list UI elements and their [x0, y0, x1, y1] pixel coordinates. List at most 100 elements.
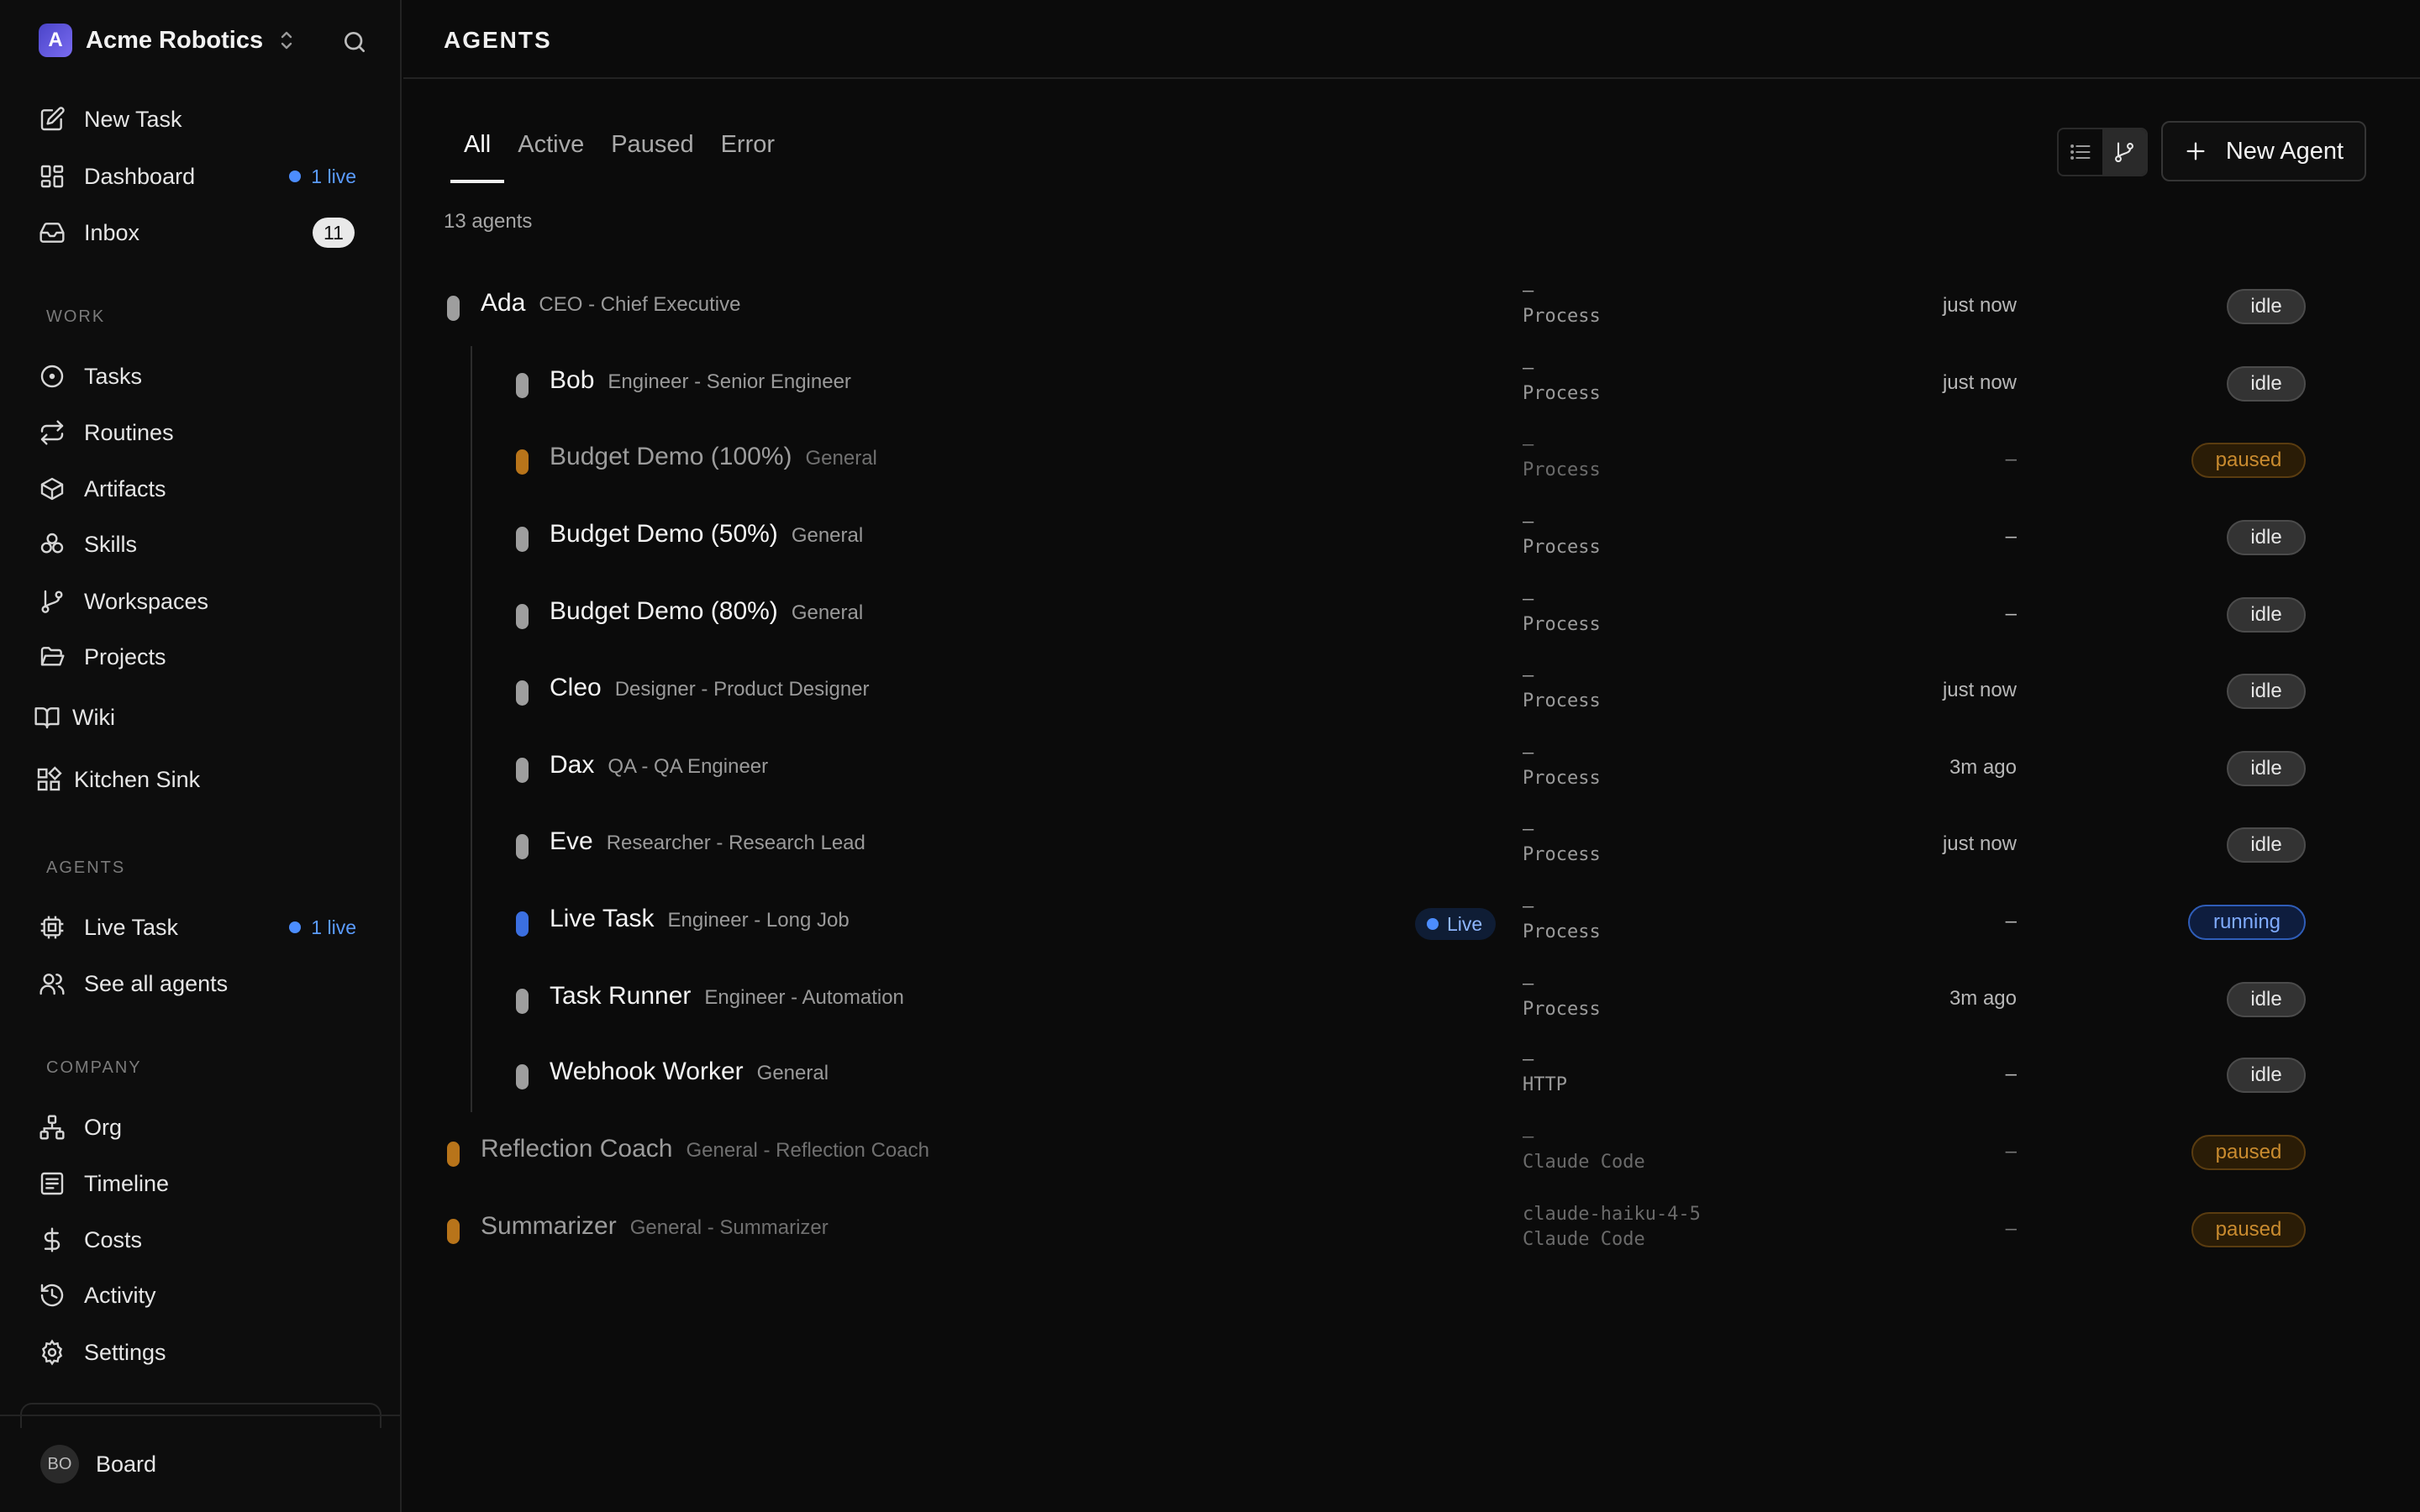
nav-costs[interactable]: Costs: [39, 1216, 375, 1263]
users-icon: [39, 974, 65, 995]
status-indicator: [516, 834, 529, 859]
agent-name[interactable]: Budget Demo (50%): [550, 520, 778, 549]
live-badge: Live: [1415, 908, 1497, 940]
agent-row[interactable]: Reflection Coach General - Reflection Coa…: [403, 1120, 2420, 1187]
agent-name[interactable]: Dax: [550, 751, 594, 780]
nav-label: Tasks: [84, 363, 143, 389]
agent-name[interactable]: Bob: [550, 366, 594, 395]
new-agent-button[interactable]: New Agent: [2161, 121, 2366, 181]
tab-paused[interactable]: Paused: [597, 131, 707, 183]
agent-name[interactable]: Task Runner: [550, 982, 691, 1011]
agent-name-group: Budget Demo (80%) General: [550, 597, 863, 626]
nav-artifacts[interactable]: Artifacts: [39, 465, 375, 512]
nav-label: Live Task: [84, 914, 179, 940]
nav-label: New Task: [84, 106, 182, 132]
edit-icon: [40, 107, 65, 131]
nav-label: Workspaces: [84, 588, 209, 614]
agent-name[interactable]: Ada: [481, 289, 525, 318]
agent-role: Engineer - Senior Engineer: [608, 370, 851, 393]
nav-skills[interactable]: Skills: [39, 521, 375, 568]
nav-kitchen-sink[interactable]: Kitchen Sink: [37, 756, 375, 803]
agent-model-adapter: claude-haiku-4-5 Claude Code: [1523, 1202, 1701, 1252]
company-switcher[interactable]: A Acme Robotics: [39, 22, 308, 59]
agent-row[interactable]: Dax QA - QA Engineer – Process 3m ago idle: [403, 736, 2420, 803]
nav-live-task[interactable]: Live Task 1 live: [39, 904, 375, 951]
agent-row[interactable]: Task Runner Engineer - Automation – Process…: [403, 967, 2420, 1034]
agent-name[interactable]: Budget Demo (100%): [550, 443, 792, 471]
agent-role: General - Reflection Coach: [686, 1139, 929, 1162]
nav-activity[interactable]: Activity: [39, 1272, 375, 1319]
agent-model: –: [1523, 512, 1534, 533]
divider: [0, 1415, 402, 1416]
nav-settings[interactable]: Settings: [39, 1329, 375, 1376]
agent-row[interactable]: Budget Demo (50%) General – Process – idle: [403, 505, 2420, 572]
agent-role: General: [805, 447, 877, 470]
list-view-button[interactable]: [2059, 129, 2102, 175]
agent-model-adapter: – Process: [1523, 741, 1601, 791]
tab-all[interactable]: All: [450, 131, 505, 183]
agent-row[interactable]: Eve Researcher - Research Lead – Process jus…: [403, 812, 2420, 879]
tab-error[interactable]: Error: [708, 131, 788, 183]
list-box-icon: [40, 1172, 64, 1195]
agent-role: Designer - Product Designer: [614, 678, 870, 701]
nav-wiki[interactable]: Wiki: [34, 694, 375, 741]
agent-name[interactable]: Webhook Worker: [550, 1058, 744, 1086]
search-button[interactable]: [336, 24, 373, 60]
avatar: BO: [40, 1445, 79, 1483]
status-indicator: [516, 604, 529, 629]
cpu-icon: [40, 916, 64, 939]
status-indicator: [516, 373, 529, 398]
agent-last-active: –: [2005, 910, 2017, 932]
agent-name[interactable]: Budget Demo (80%): [550, 597, 778, 626]
nav-routines[interactable]: Routines: [39, 409, 375, 456]
agent-last-active: just now: [1942, 371, 2017, 394]
filter-tabs: All Active Paused Error: [450, 131, 788, 183]
agent-row[interactable]: Bob Engineer - Senior Engineer – Process jus…: [403, 351, 2420, 418]
live-count: 1 live: [311, 916, 356, 938]
tree-view-button[interactable]: [2102, 129, 2146, 175]
agent-model-adapter: – Process: [1523, 895, 1601, 945]
agent-model-adapter: – Process: [1523, 817, 1601, 868]
folder-open-icon: [40, 647, 65, 666]
nav-projects[interactable]: Projects: [39, 633, 375, 680]
repeat-icon: [40, 420, 64, 445]
agent-name[interactable]: Cleo: [550, 674, 602, 702]
agent-role: Engineer - Automation: [704, 986, 904, 1009]
dashboard-icon: [40, 165, 64, 188]
status-indicator: [516, 680, 529, 706]
agent-last-active: 3m ago: [1949, 987, 2017, 1010]
agent-last-active: –: [2005, 525, 2017, 548]
agent-last-active: 3m ago: [1949, 756, 2017, 779]
agent-row[interactable]: Live Task Engineer - Long Job Live – Process…: [403, 890, 2420, 957]
nav-timeline[interactable]: Timeline: [39, 1160, 375, 1207]
status-indicator: [516, 758, 529, 783]
agent-name[interactable]: Live Task: [550, 905, 655, 933]
agent-row[interactable]: Budget Demo (80%) General – Process – idle: [403, 582, 2420, 649]
agent-row[interactable]: Ada CEO - Chief Executive – Process just now…: [403, 274, 2420, 341]
agent-model: –: [1523, 896, 1534, 917]
nav-org[interactable]: Org: [39, 1104, 375, 1151]
agent-row[interactable]: Cleo Designer - Product Designer – Process j…: [403, 659, 2420, 726]
nav-label: Projects: [84, 643, 166, 669]
agent-row[interactable]: Budget Demo (100%) General – Process – paused: [403, 428, 2420, 495]
nav-tasks[interactable]: Tasks: [39, 353, 375, 400]
nav-inbox[interactable]: Inbox 11: [39, 209, 375, 256]
agent-name[interactable]: Eve: [550, 827, 593, 856]
status-indicator: [516, 527, 529, 552]
nav-dashboard[interactable]: Dashboard 1 live: [39, 153, 375, 200]
nav-see-all-agents[interactable]: See all agents: [39, 960, 375, 1007]
agent-row[interactable]: Webhook Worker General – HTTP – idle: [403, 1042, 2420, 1110]
agent-name-group: Task Runner Engineer - Automation: [550, 982, 904, 1011]
nav-workspaces[interactable]: Workspaces: [39, 578, 375, 625]
status-badge: idle: [2227, 366, 2306, 402]
status-badge: paused: [2191, 1212, 2306, 1247]
agent-name[interactable]: Reflection Coach: [481, 1135, 672, 1163]
nav-new-task[interactable]: New Task: [39, 96, 375, 143]
agent-row[interactable]: Summarizer General - Summarizer claude-hai…: [403, 1197, 2420, 1264]
agent-name[interactable]: Summarizer: [481, 1212, 617, 1241]
agent-role: General - Summarizer: [629, 1216, 829, 1239]
chevron-up-down-icon: [281, 31, 292, 50]
user-menu[interactable]: BO Board: [40, 1445, 156, 1483]
status-indicator: [447, 1219, 460, 1244]
tab-active[interactable]: Active: [504, 131, 597, 183]
